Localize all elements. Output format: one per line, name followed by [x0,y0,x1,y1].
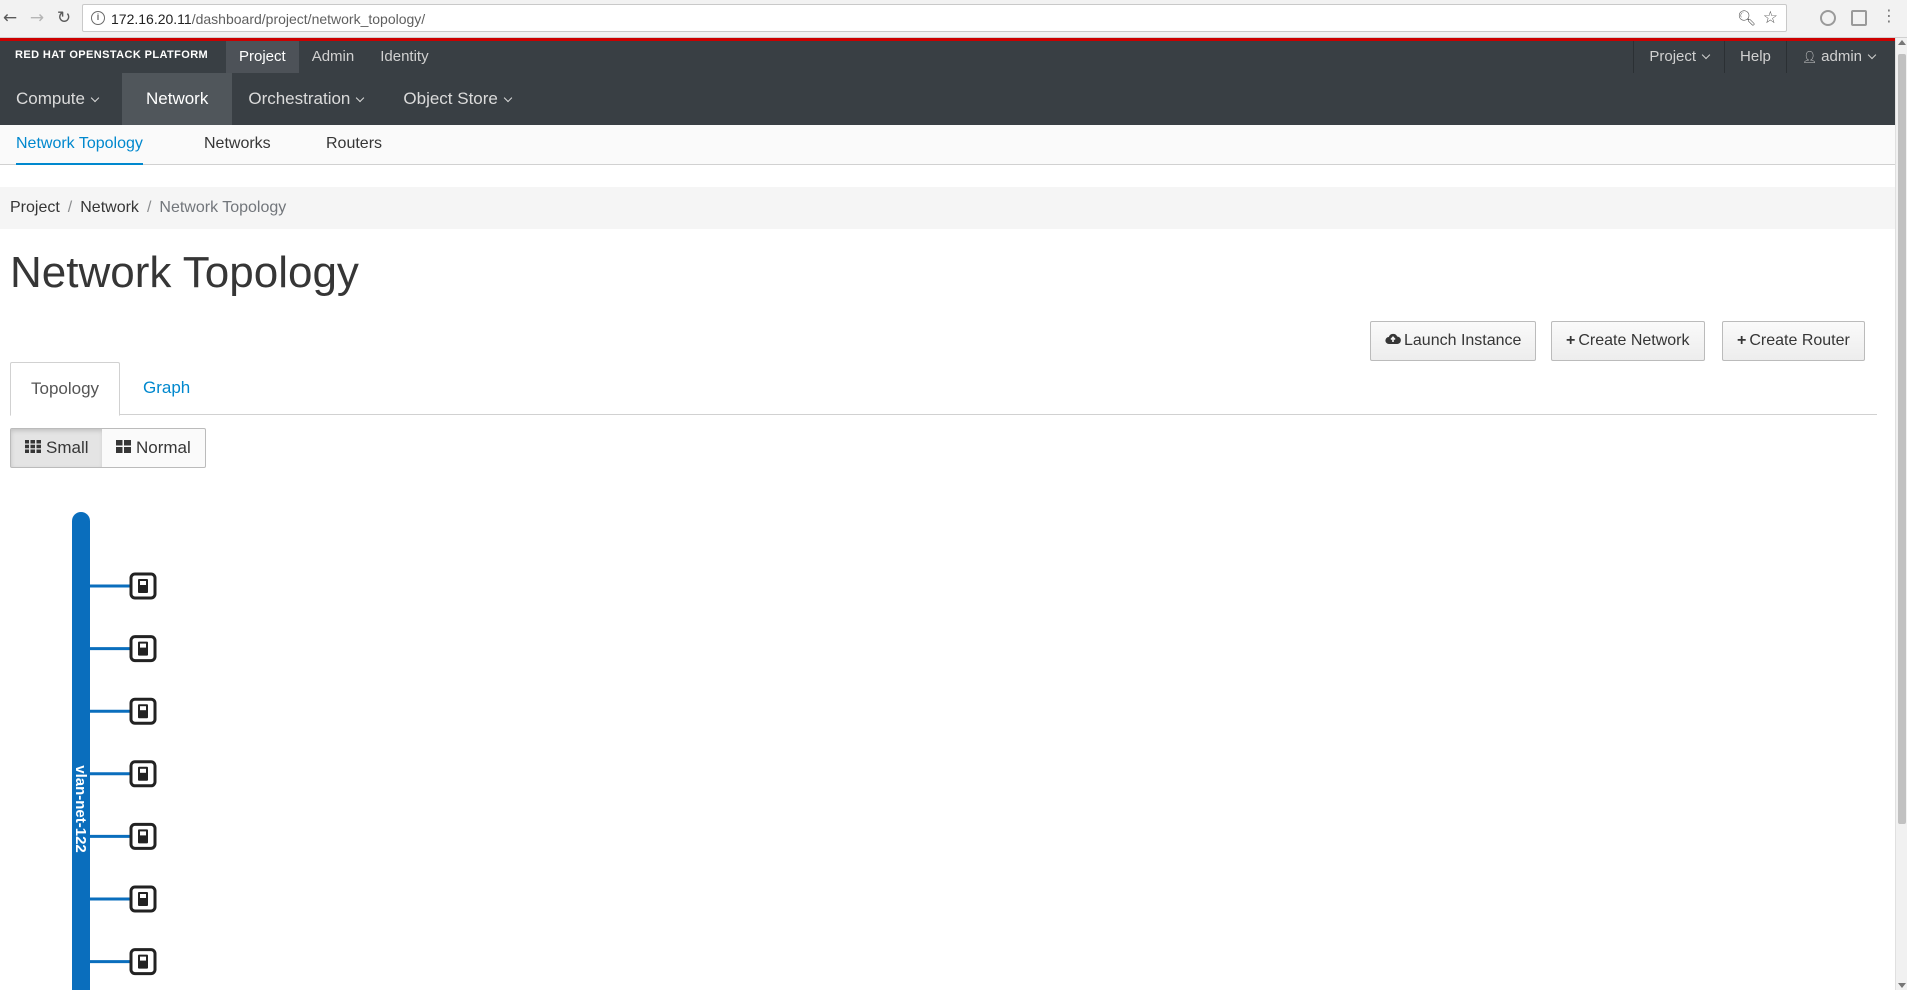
plus-icon: + [1737,332,1747,349]
server-slot-icon [140,831,146,836]
back-arrow-icon[interactable]: ← [0,8,20,28]
address-bar[interactable]: i 172.16.20.11/dashboard/project/network… [82,4,1787,32]
nav-object-store[interactable]: Object Store [387,73,535,125]
url-path: /dashboard/project/network_topology/ [191,11,426,27]
project-dropdown-label: Project [1649,48,1697,65]
server-slot-icon [140,643,146,648]
create-network-button[interactable]: + Create Network [1551,321,1705,361]
url-text[interactable]: 172.16.20.11/dashboard/project/network_t… [111,11,425,27]
tab-topology[interactable]: Topology [10,362,121,416]
breadcrumb-network[interactable]: Network [80,199,139,216]
url-host: 172.16.20.11 [111,11,192,27]
forward-arrow-icon[interactable]: → [27,8,47,28]
create-router-button[interactable]: + Create Router [1722,321,1865,361]
subnav-network-topology[interactable]: Network Topology [16,125,143,165]
help-link[interactable]: Help [1724,41,1786,73]
nav-orchestration[interactable]: Orchestration [232,73,387,125]
topology-canvas: vlan-net-122 [72,512,157,990]
primary-nav: Compute Network Orchestration Object Sto… [0,73,1895,125]
secondary-nav: Network Topology Networks Routers [0,125,1895,165]
scroll-up-arrow-icon[interactable] [1898,40,1906,45]
normal-view-toggle[interactable]: Normal [102,428,206,468]
tab-admin[interactable]: Admin [299,41,368,73]
info-icon[interactable]: i [91,11,105,25]
normal-view-label: Normal [136,438,191,457]
small-view-label: Small [46,438,89,457]
user-icon: 👤︎ [1801,50,1818,64]
subnav-routers[interactable]: Routers [326,125,382,165]
launch-instance-label: Launch Instance [1404,332,1522,349]
page-title: Network Topology [10,248,359,297]
server-slot-icon [140,768,146,773]
breadcrumb-separator: / [67,199,73,216]
nav-compute[interactable]: Compute [0,73,122,125]
menu-icon[interactable]: ⋮ [1881,6,1897,25]
breadcrumb-project[interactable]: Project [10,199,60,216]
utility-menu: Project Help 👤︎ admin [1633,41,1895,73]
grid-large-icon [116,440,131,454]
bookmark-star-icon[interactable]: ☆ [1763,8,1778,28]
nav-object-store-label: Object Store [403,89,498,108]
breadcrumb-separator: / [146,199,152,216]
chevron-down-icon [90,93,100,103]
tab-project[interactable]: Project [226,41,299,73]
network-bar[interactable] [72,512,90,990]
instance-node[interactable] [90,822,157,850]
cloud-upload-icon [1385,334,1401,345]
extension-icon[interactable] [1820,10,1836,26]
view-tabs: Topology Graph [10,362,1877,416]
nav-compute-label: Compute [16,89,85,108]
small-view-toggle[interactable]: Small [10,428,104,468]
brand-logo[interactable]: RED HAT OPENSTACK PLATFORM [15,49,208,61]
user-name: admin [1821,48,1862,65]
extension-icon[interactable] [1851,10,1867,26]
project-dropdown[interactable]: Project [1633,41,1724,73]
nav-orchestration-label: Orchestration [248,89,351,108]
server-slot-icon [140,894,146,898]
masthead: RED HAT OPENSTACK PLATFORM Project Admin… [0,41,1895,73]
reload-icon[interactable]: ↻ [54,8,74,28]
instance-node[interactable] [90,572,157,600]
instance-node[interactable] [90,948,157,976]
chevron-down-icon [1701,50,1711,60]
instance-node[interactable] [90,885,157,913]
server-slot-icon [140,956,146,961]
chevron-down-icon [1867,50,1877,60]
create-network-label: Create Network [1578,332,1690,349]
grid-small-icon [25,440,41,454]
browser-toolbar: ← → ↻ i 172.16.20.11/dashboard/project/n… [0,0,1907,38]
user-menu[interactable]: 👤︎ admin [1785,41,1895,73]
zoom-icon[interactable]: 🔍︎ [1737,9,1756,27]
scrollbar-thumb[interactable] [1898,54,1906,824]
subnav-networks[interactable]: Networks [204,125,271,165]
breadcrumb-current: Network Topology [159,199,287,216]
instance-node[interactable] [90,760,157,788]
breadcrumb: Project / Network / Network Topology [0,187,1895,229]
chevron-down-icon [356,93,365,103]
tab-graph[interactable]: Graph [123,362,210,416]
plus-icon: + [1566,332,1576,349]
instance-list [90,572,157,976]
server-slot-icon [140,706,146,711]
tab-identity[interactable]: Identity [367,41,441,73]
chevron-down-icon [503,93,513,103]
scroll-down-arrow-icon[interactable] [1898,983,1906,988]
instance-node[interactable] [90,697,157,725]
server-slot-icon [140,581,146,585]
nav-network[interactable]: Network [121,73,233,125]
create-router-label: Create Router [1749,332,1850,349]
instance-node[interactable] [90,635,157,663]
vertical-scrollbar[interactable] [1895,38,1907,990]
dashboard-tabs: Project Admin Identity [226,41,442,73]
launch-instance-button[interactable]: Launch Instance [1370,321,1537,361]
network-label: vlan-net-122 [72,765,89,853]
